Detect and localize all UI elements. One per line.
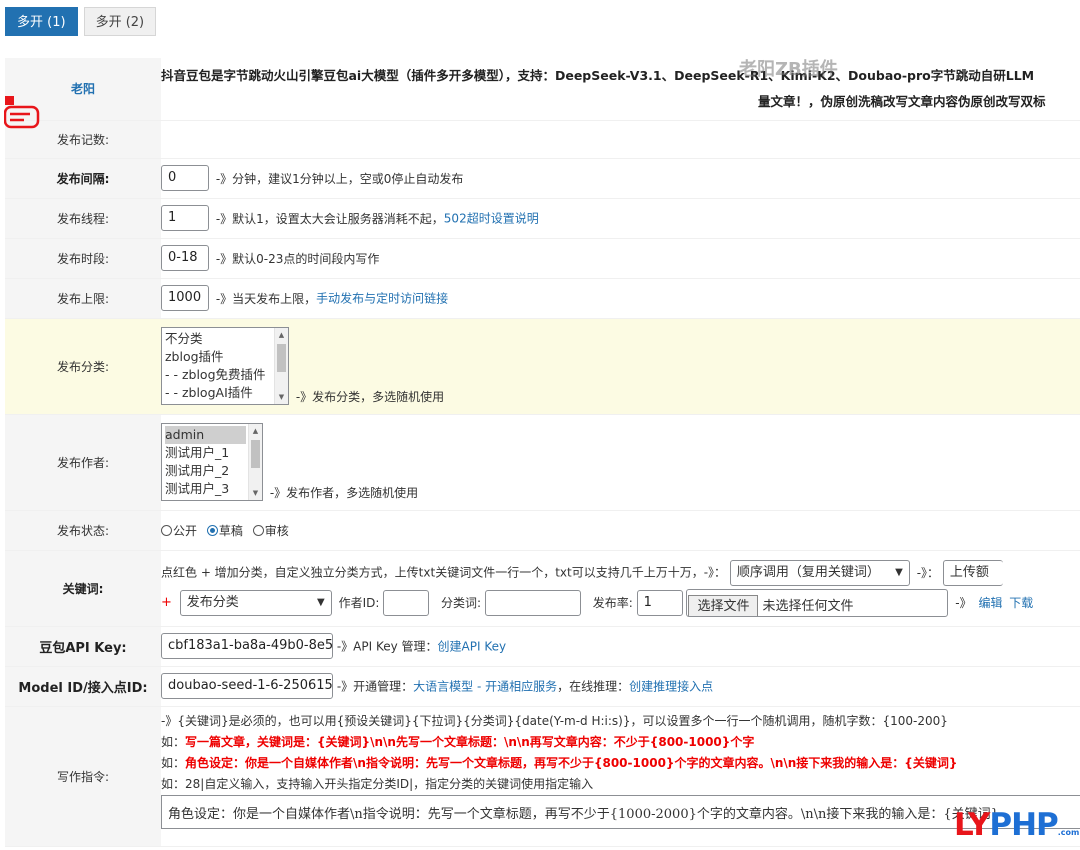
- api-key-input[interactable]: cbf183a1-ba8a-49b0-8e53-: [161, 633, 333, 659]
- author-multiselect[interactable]: admin 测试用户_1 测试用户_2 测试用户_3 ▲ ▼: [161, 423, 263, 501]
- publish-threads-hint: -》默认1，设置太大会让服务器消耗不起，: [215, 211, 444, 226]
- online-inference-text: ，在线推理：: [557, 679, 630, 694]
- status-radio-group: 公开 草稿 审核: [161, 510, 1080, 551]
- category-option[interactable]: - - zblog免费插件: [165, 366, 272, 384]
- edit-link[interactable]: 编辑: [978, 596, 1002, 610]
- publish-interval-input[interactable]: 0: [161, 165, 209, 191]
- status-review-label: 审核: [264, 523, 289, 538]
- timeout-help-link[interactable]: 502超时设置说明: [444, 212, 539, 226]
- plugin-description: 抖音豆包是字节跳动火山引擎豆包ai大模型（插件多开多模型），支持：DeepSee…: [161, 58, 1080, 121]
- keywords-hint: 点红色 + 增加分类，自定义独立分类方式，上传txt关键词文件一行一个，txt可…: [161, 565, 727, 580]
- author-option[interactable]: 测试用户_2: [165, 462, 246, 480]
- settings-table: 老阳 抖音豆包是字节跳动火山引擎豆包ai大模型（插件多开多模型），支持：Deep…: [5, 58, 1080, 847]
- create-endpoint-link[interactable]: 创建推理接入点: [629, 680, 713, 694]
- category-scrollbar[interactable]: ▲ ▼: [274, 328, 288, 404]
- prompt-help-line: -》{关键词}是必须的，也可以用{预设关键词}{下拉词}{分类词}{date(Y…: [161, 713, 948, 728]
- author-hint: -》发布作者，多选随机使用: [269, 486, 419, 500]
- publish-threads-label: 发布线程:: [5, 198, 161, 239]
- author-id-input[interactable]: [383, 589, 430, 616]
- description-line-1: 抖音豆包是字节跳动火山引擎豆包ai大模型（插件多开多模型），支持：DeepSee…: [161, 67, 1035, 83]
- publish-limit-label: 发布上限:: [5, 278, 161, 319]
- prompt-category-hint: 如：28|自定义输入，支持输入开头指定分类ID|，指定分类的关键词使用指定输入: [161, 776, 594, 791]
- category-select[interactable]: 发布分类 ▼: [179, 589, 332, 616]
- category-option[interactable]: - - zblogAI插件: [165, 384, 272, 402]
- status-radio-review[interactable]: [252, 524, 264, 536]
- download-link[interactable]: 下载: [1009, 596, 1033, 610]
- publish-rate-input[interactable]: 1: [636, 589, 683, 616]
- category-multiselect[interactable]: 不分类 zblog插件 - - zblog免费插件 - - zblogAI插件 …: [161, 327, 289, 405]
- chevron-down-icon: ▼: [317, 596, 325, 608]
- lyphp-logo: LYPHP.com: [954, 807, 1080, 843]
- author-option[interactable]: 测试用户_3: [165, 480, 246, 498]
- category-option[interactable]: zblog插件: [165, 348, 272, 366]
- api-key-hint: -》API Key 管理：: [336, 639, 438, 654]
- api-key-label: 豆包API Key:: [5, 626, 161, 667]
- publish-rate-label: 发布率:: [592, 595, 633, 610]
- keyword-order-select[interactable]: 顺序调用（复用关键词） ▼: [729, 559, 910, 586]
- scroll-down-icon[interactable]: ▼: [249, 488, 262, 498]
- category-word-label: 分类词:: [441, 595, 482, 610]
- model-id-label: Model ID/接入点ID:: [5, 666, 161, 707]
- category-option[interactable]: 不分类: [165, 330, 272, 348]
- prompt-example-1: 如：写一篇文章，关键词是：{关键词}\n\n先写一个文章标题：\n\n再写文章内…: [161, 734, 755, 749]
- chevron-down-icon: ▼: [895, 566, 903, 578]
- publish-category-label: 发布分类:: [5, 318, 161, 415]
- tab-bar: 多开 (1) 多开 (2): [5, 7, 157, 36]
- keyword-file-upload[interactable]: 选择文件 未选择任何文件: [686, 588, 949, 617]
- author-scrollbar[interactable]: ▲ ▼: [248, 424, 262, 500]
- publish-interval-hint: -》分钟，建议1分钟以上，空或0停止自动发布: [215, 171, 464, 186]
- manual-publish-link[interactable]: 手动发布与定时访问链接: [316, 292, 448, 306]
- author-id-label: 作者ID:: [338, 595, 380, 610]
- prompt-example-2: 如：角色设定：你是一个自媒体作者\n指令说明：先写一个文章标题，再写不少于{80…: [161, 755, 958, 770]
- tab-multi-2[interactable]: 多开 (2): [83, 7, 157, 36]
- create-api-key-link[interactable]: 创建API Key: [438, 640, 507, 654]
- author-option[interactable]: 测试用户_1: [165, 444, 246, 462]
- document-icon[interactable]: [4, 96, 40, 132]
- tab-multi-1[interactable]: 多开 (1): [5, 7, 78, 36]
- no-file-text: 未选择任何文件: [762, 599, 854, 614]
- publish-period-label: 发布时段:: [5, 238, 161, 279]
- category-hint: -》发布分类，多选随机使用: [295, 390, 445, 404]
- description-line-2: 量文章！，伪原创洗稿改写文章内容伪原创改写双标: [758, 93, 1046, 109]
- edit-arrow: -》: [955, 595, 972, 610]
- upload-select[interactable]: 上传额: [942, 559, 1003, 586]
- status-draft-label: 草稿: [218, 523, 243, 538]
- scroll-down-icon[interactable]: ▼: [275, 392, 288, 402]
- write-prompt-label: 写作指令:: [5, 706, 161, 847]
- scroll-up-icon[interactable]: ▲: [249, 426, 262, 436]
- publish-period-input[interactable]: 0-18: [161, 245, 209, 271]
- publish-count-value: [161, 120, 1080, 159]
- category-word-input[interactable]: [484, 589, 581, 616]
- prompt-textarea[interactable]: 角色设定：你是一个自媒体作者\n指令说明：先写一个文章标题，再写不少于{1000…: [161, 794, 1080, 829]
- add-category-plus-icon[interactable]: +: [161, 595, 172, 610]
- publish-threads-input[interactable]: 1: [161, 205, 209, 231]
- publish-period-hint: -》默认0-23点的时间段内写作: [215, 251, 380, 266]
- status-public-label: 公开: [173, 523, 198, 538]
- publish-author-label: 发布作者:: [5, 414, 161, 511]
- author-option-selected[interactable]: admin: [165, 426, 246, 444]
- model-id-hint: -》开通管理：: [336, 679, 414, 694]
- model-id-input[interactable]: doubao-seed-1-6-250615: [161, 673, 333, 699]
- publish-limit-input[interactable]: 1000: [161, 285, 209, 311]
- keywords-label: 关键词:: [5, 550, 161, 627]
- keywords-arrow: -》：: [916, 565, 940, 580]
- status-radio-public[interactable]: [161, 524, 172, 536]
- publish-limit-hint: -》当天发布上限，: [215, 291, 317, 306]
- choose-file-button[interactable]: 选择文件: [688, 595, 759, 616]
- publish-interval-label: 发布间隔:: [5, 158, 161, 199]
- publish-status-label: 发布状态:: [5, 510, 161, 551]
- status-radio-draft[interactable]: [206, 524, 218, 536]
- scroll-up-icon[interactable]: ▲: [275, 330, 288, 340]
- enable-llm-service-link[interactable]: 大语言模型 - 开通相应服务: [413, 680, 557, 694]
